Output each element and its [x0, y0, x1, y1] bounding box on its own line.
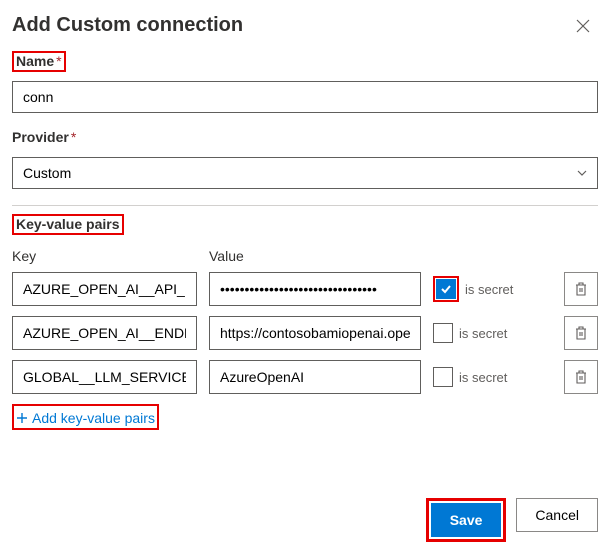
divider [12, 205, 598, 206]
close-icon [576, 19, 590, 33]
kv-value-input[interactable] [209, 360, 421, 394]
check-icon [439, 282, 453, 296]
kv-secret-checkbox[interactable] [436, 279, 456, 299]
trash-icon [574, 369, 588, 385]
kv-key-input[interactable] [12, 316, 197, 350]
kv-value-header: Value [209, 248, 421, 264]
close-button[interactable] [568, 15, 598, 37]
kv-delete-button[interactable] [564, 360, 598, 394]
kv-delete-button[interactable] [564, 272, 598, 306]
kv-key-header: Key [12, 248, 197, 264]
add-kv-button[interactable]: Add key-value pairs [16, 410, 155, 426]
kv-row: is secret [12, 316, 598, 350]
kv-value-input[interactable] [209, 272, 421, 306]
kv-secret-label: is secret [465, 282, 513, 297]
required-asterisk: * [56, 53, 61, 69]
kv-delete-button[interactable] [564, 316, 598, 350]
required-asterisk: * [71, 129, 76, 145]
plus-icon [16, 412, 28, 424]
provider-select[interactable] [12, 157, 598, 189]
dialog-title: Add Custom connection [12, 14, 243, 37]
kv-secret-label: is secret [459, 370, 507, 385]
provider-label: Provider [12, 129, 69, 145]
kv-key-input[interactable] [12, 360, 197, 394]
cancel-button[interactable]: Cancel [516, 498, 598, 532]
add-kv-label: Add key-value pairs [32, 410, 155, 426]
kv-secret-checkbox[interactable] [433, 323, 453, 343]
kv-heading: Key-value pairs [16, 216, 120, 232]
kv-row: is secret [12, 360, 598, 394]
kv-value-input[interactable] [209, 316, 421, 350]
save-button[interactable]: Save [431, 503, 502, 537]
trash-icon [574, 281, 588, 297]
kv-secret-checkbox[interactable] [433, 367, 453, 387]
kv-key-input[interactable] [12, 272, 197, 306]
name-input[interactable] [12, 81, 598, 113]
name-label: Name [16, 53, 54, 69]
trash-icon [574, 325, 588, 341]
kv-secret-label: is secret [459, 326, 507, 341]
kv-row: is secret [12, 272, 598, 306]
